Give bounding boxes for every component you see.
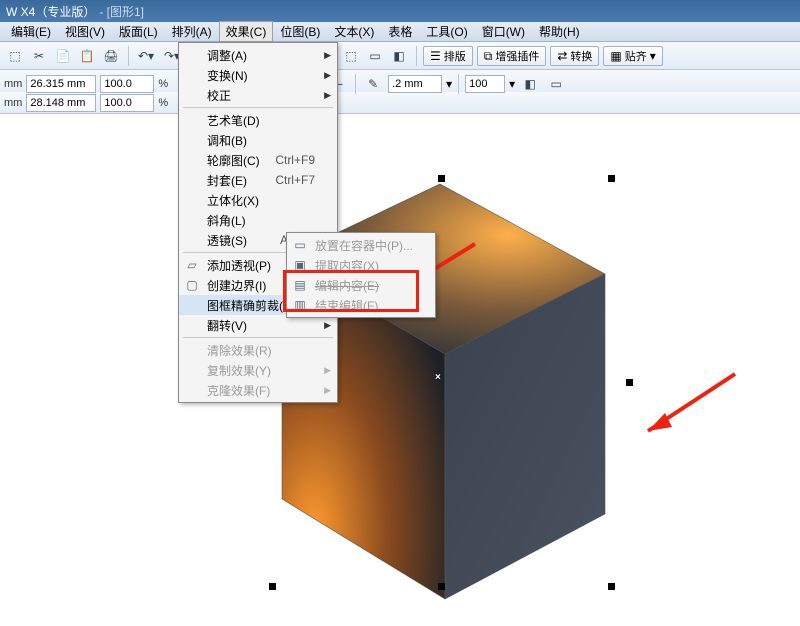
app-title: W X4（专业版）	[6, 3, 95, 20]
menu-row[interactable]: 轮廓图(C)Ctrl+F9	[179, 150, 337, 170]
menu-row-label: 校正	[207, 87, 231, 104]
toolbar-button[interactable]: 📋	[76, 45, 98, 67]
misc-button-1[interactable]: ◧	[519, 73, 541, 95]
menu-row-label: 调和(B)	[207, 132, 247, 149]
doc-title: - [图形1]	[99, 3, 144, 20]
menu-row-label: 创建边界(I)	[207, 277, 266, 294]
menu-item[interactable]: 视图(V)	[58, 21, 112, 42]
menu-row-label: 清除效果(R)	[207, 342, 272, 359]
submenu-arrow-icon: ▶	[324, 365, 331, 376]
menu-row-label: 封套(E)	[207, 172, 247, 189]
menu-row-icon: ▢	[183, 278, 201, 292]
menu-item[interactable]: 表格	[381, 21, 419, 42]
selection-handle[interactable]	[608, 175, 615, 182]
menu-row[interactable]: 调整(A) ▶	[179, 45, 337, 65]
zoom-button[interactable]: ▭	[364, 45, 386, 67]
menu-row[interactable]: 斜角(L)	[179, 210, 337, 230]
menu-row-label: 克隆效果(F)	[207, 382, 270, 399]
toolbar-standard: ⬚✂📄📋🖨 ↶▾ ↷▾ 🔍+🔍-⤢⤢⬚⬚⬚▭◧ ☰排版 ⧉增强插件 ⇄转换 ▦贴…	[0, 42, 800, 70]
menu-row-label: 翻转(V)	[207, 317, 247, 334]
menu-item[interactable]: 位图(B)	[273, 21, 327, 42]
misc-button-2[interactable]: ▭	[545, 73, 567, 95]
center-marker: ×	[435, 372, 441, 383]
menu-row-label: 艺术笔(D)	[207, 112, 260, 129]
menu-row-label: 轮廓图(C)	[207, 152, 260, 169]
submenu-arrow-icon: ▶	[324, 50, 331, 61]
toolbar-button[interactable]: ⬚	[4, 45, 26, 67]
menu-row-label: 复制效果(Y)	[207, 362, 271, 379]
menu-item[interactable]: 排列(A)	[165, 21, 219, 42]
selection-handle[interactable]	[438, 583, 445, 590]
menu-item[interactable]: 编辑(E)	[4, 21, 58, 42]
y-position-input[interactable]: 28.148 mm	[26, 94, 96, 112]
opacity-input[interactable]: 100	[465, 75, 505, 93]
scale-x-input[interactable]: 100.0	[100, 75, 154, 93]
menu-row[interactable]: 翻转(V) ▶	[179, 315, 337, 335]
submenu-arrow-icon: ▶	[324, 320, 331, 331]
y-unit-label: mm	[4, 97, 22, 109]
menu-row-label: 调整(A)	[207, 47, 247, 64]
menu-row-label: 透镜(S)	[207, 232, 247, 249]
menu-row[interactable]: 封套(E)Ctrl+F7	[179, 170, 337, 190]
toolbar-button[interactable]: 🖨	[100, 45, 122, 67]
menu-item[interactable]: 效果(C)	[219, 21, 274, 42]
submenu-row-label: 放置在容器中(P)...	[315, 237, 413, 254]
snap-button[interactable]: ▦贴齐▾	[603, 46, 662, 66]
x-unit-label: mm	[4, 78, 22, 90]
submenu-row-icon: ▭	[291, 238, 309, 252]
menu-row[interactable]: 变换(N) ▶	[179, 65, 337, 85]
opacity-dropdown[interactable]: ▾	[509, 78, 515, 90]
undo-button[interactable]: ↶▾	[135, 45, 157, 67]
menu-row: 复制效果(Y) ▶	[179, 360, 337, 380]
convert-button[interactable]: ⇄转换	[550, 46, 599, 66]
menu-row: 清除效果(R)	[179, 340, 337, 360]
menu-item[interactable]: 版面(L)	[112, 21, 165, 42]
menu-row: 克隆效果(F) ▶	[179, 380, 337, 400]
menu-item[interactable]: 文本(X)	[327, 21, 381, 42]
outline-pen-icon[interactable]: ✎	[362, 73, 384, 95]
toolbar-button[interactable]: 📄	[52, 45, 74, 67]
menu-row[interactable]: 艺术笔(D)	[179, 110, 337, 130]
menu-row-label: 立体化(X)	[207, 192, 259, 209]
menu-row-icon: ▱	[183, 258, 201, 272]
selection-handle[interactable]	[269, 583, 276, 590]
title-bar: W X4（专业版） - [图形1]	[0, 0, 800, 22]
effects-menu: 调整(A)▶变换(N)▶校正▶艺术笔(D)调和(B)轮廓图(C)Ctrl+F9封…	[178, 42, 338, 403]
menu-item[interactable]: 工具(O)	[419, 21, 474, 42]
property-bar-row2: mm 28.148 mm 100.0 % ⟳	[0, 92, 800, 114]
menu-row[interactable]: 校正 ▶	[179, 85, 337, 105]
layout-button[interactable]: ☰排版	[423, 46, 473, 66]
menu-row-label: 斜角(L)	[207, 212, 246, 229]
annotation-redbox	[283, 270, 419, 312]
plugins-button[interactable]: ⧉增强插件	[477, 46, 547, 66]
selection-handle[interactable]	[608, 583, 615, 590]
scale-y-input[interactable]: 100.0	[100, 94, 154, 112]
zoom-button[interactable]: ◧	[388, 45, 410, 67]
submenu-arrow-icon: ▶	[324, 90, 331, 101]
menu-row[interactable]: 调和(B)	[179, 130, 337, 150]
menu-bar: 编辑(E)视图(V)版面(L)排列(A)效果(C)位图(B)文本(X)表格工具(…	[0, 22, 800, 42]
toolbar-button[interactable]: ✂	[28, 45, 50, 67]
menu-item[interactable]: 窗口(W)	[475, 21, 532, 42]
selection-handle[interactable]	[438, 175, 445, 182]
submenu-row: ▭ 放置在容器中(P)...	[287, 235, 435, 255]
menu-item[interactable]: 帮助(H)	[532, 21, 587, 42]
menu-row-label: 添加透视(P)	[207, 257, 271, 274]
zoom-button[interactable]: ⬚	[340, 45, 362, 67]
outline-width-dropdown[interactable]: ▾	[446, 78, 452, 90]
annotation-arrow-2	[630, 369, 740, 449]
menu-row-label: 变换(N)	[207, 67, 248, 84]
submenu-arrow-icon: ▶	[324, 385, 331, 396]
outline-width-input[interactable]: .2 mm	[388, 75, 442, 93]
menu-row[interactable]: 立体化(X)	[179, 190, 337, 210]
submenu-arrow-icon: ▶	[324, 70, 331, 81]
x-position-input[interactable]: 26.315 mm	[26, 75, 96, 93]
canvas-area[interactable]: ×	[0, 114, 800, 626]
